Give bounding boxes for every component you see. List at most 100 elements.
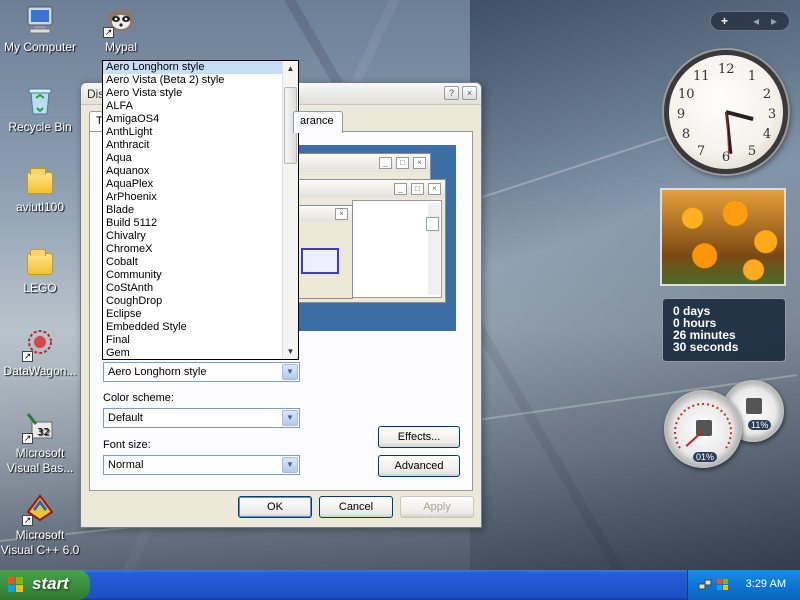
preview-scroll-thumb: [426, 217, 439, 231]
preview-titlebar: _ □ ×: [297, 154, 430, 172]
desktop-icon-lego[interactable]: LEGO: [0, 247, 85, 296]
desktop-icon-visual-cpp[interactable]: ↗ Microsoft Visual C++ 6.0: [0, 492, 85, 558]
svg-text:32: 32: [37, 427, 50, 438]
visual-style-option[interactable]: ChromeX: [103, 243, 284, 256]
clock-gadget[interactable]: 12 1 2 3 4 5 6 7 8 9 10 11: [664, 50, 788, 174]
clock-numeral: 3: [767, 107, 777, 122]
shortcut-arrow-icon: ↗: [103, 27, 114, 38]
dropdown-scrollbar[interactable]: ▲ ▼: [282, 61, 298, 359]
shortcut-arrow-icon: ↗: [22, 433, 33, 444]
desktop-icon-label: Recycle Bin: [8, 120, 72, 134]
visual-style-option[interactable]: Aero Longhorn style: [103, 61, 284, 74]
scroll-down-arrow-icon[interactable]: ▼: [283, 344, 298, 359]
desktop-icon-visual-basic[interactable]: 32 ↗ Microsoft Visual Bas...: [0, 410, 85, 476]
chevron-down-icon[interactable]: ▼: [282, 457, 298, 473]
visual-style-dropdown-list[interactable]: Aero Longhorn style Aero Vista (Beta 2) …: [102, 60, 299, 360]
start-button[interactable]: start: [0, 570, 90, 600]
visual-style-option[interactable]: AmigaOS4: [103, 113, 284, 126]
system-tray: 3:29 AM: [687, 570, 800, 600]
visual-style-option[interactable]: Aero Vista style: [103, 87, 284, 100]
close-button[interactable]: ×: [462, 86, 477, 100]
slideshow-gadget[interactable]: [660, 188, 786, 286]
clock-numeral: 10: [678, 87, 695, 102]
visual-style-option[interactable]: Aero Vista (Beta 2) style: [103, 74, 284, 87]
taskbar-clock[interactable]: 3:29 AM: [746, 578, 786, 590]
cancel-button[interactable]: Cancel: [319, 496, 393, 518]
visual-style-option[interactable]: Final: [103, 334, 284, 347]
visual-style-options: Aero Longhorn style Aero Vista (Beta 2) …: [103, 61, 284, 359]
visual-style-option[interactable]: Community: [103, 269, 284, 282]
windows-and-buttons-select[interactable]: Aero Longhorn style ▼: [103, 362, 300, 382]
visual-style-option[interactable]: Gem: [103, 347, 284, 359]
close-icon: ×: [335, 208, 348, 220]
visual-style-option[interactable]: ALFA: [103, 100, 284, 113]
cpu-percent: 01%: [693, 452, 718, 462]
close-icon: ×: [413, 157, 426, 169]
preview-button: [301, 248, 339, 274]
mypal-raccoon-icon: ↗: [103, 4, 137, 38]
desktop-icon-label: LEGO: [23, 281, 57, 295]
visual-style-option[interactable]: Aqua: [103, 152, 284, 165]
preview-titlebar: ×: [297, 206, 352, 222]
clock-numeral: 5: [747, 144, 757, 159]
visual-style-option[interactable]: Chivalry: [103, 230, 284, 243]
next-page-button[interactable]: ▸: [771, 14, 777, 28]
visual-style-option[interactable]: Embedded Style: [103, 321, 284, 334]
add-gadget-button[interactable]: +: [721, 14, 728, 28]
cpu-gauge: 01%: [664, 390, 742, 468]
font-size-select[interactable]: Normal ▼: [103, 455, 300, 475]
visual-cpp-icon: ↗: [22, 492, 56, 526]
visual-style-option[interactable]: Blade: [103, 204, 284, 217]
desktop-icon-label: aviutl100: [15, 200, 65, 214]
advanced-button[interactable]: Advanced: [378, 455, 460, 477]
windows-logo-tray-icon[interactable]: [716, 578, 730, 592]
minimize-icon: _: [379, 157, 392, 169]
desktop-icon-label: DataWagon...: [3, 364, 77, 378]
help-button[interactable]: ?: [444, 86, 459, 100]
chevron-down-icon[interactable]: ▼: [282, 364, 298, 380]
uptime-gadget: 0 days 0 hours 26 minutes 30 seconds: [662, 298, 786, 362]
desktop-icon-aviutl100[interactable]: aviutl100: [0, 166, 85, 215]
chevron-down-icon[interactable]: ▼: [282, 410, 298, 426]
ok-button[interactable]: OK: [238, 496, 312, 518]
memory-percent: 11%: [748, 420, 772, 430]
visual-style-option[interactable]: CoughDrop: [103, 295, 284, 308]
visual-style-option[interactable]: Aquanox: [103, 165, 284, 178]
start-label: start: [32, 574, 69, 593]
effects-button[interactable]: Effects...: [378, 426, 460, 448]
tab-themes[interactable]: T: [89, 111, 103, 131]
clock-numeral: 8: [681, 127, 691, 142]
visual-style-option[interactable]: Cobalt: [103, 256, 284, 269]
apply-button[interactable]: Apply: [400, 496, 474, 518]
network-icon[interactable]: [698, 578, 712, 592]
desktop-icon-mypal[interactable]: ↗ Mypal: [76, 4, 166, 55]
visual-style-option[interactable]: AquaPlex: [103, 178, 284, 191]
visual-style-option[interactable]: ArPhoenix: [103, 191, 284, 204]
clock-numeral: 12: [718, 62, 735, 77]
uptime-seconds: 30 seconds: [673, 340, 739, 354]
visual-style-option[interactable]: Build 5112: [103, 217, 284, 230]
visual-style-option[interactable]: Eclipse: [103, 308, 284, 321]
preview-titlebar: _ □ ×: [297, 180, 445, 198]
windows-and-buttons-value: Aero Longhorn style: [108, 366, 207, 378]
visual-style-option[interactable]: Anthracit: [103, 139, 284, 152]
desktop-icon-recycle-bin[interactable]: Recycle Bin: [0, 84, 85, 135]
desktop-icon-label: Mypal: [104, 40, 137, 54]
appearance-preview: _ □ × _ □ × ×: [296, 145, 456, 331]
scroll-up-arrow-icon[interactable]: ▲: [283, 61, 298, 76]
desktop-icon-label: My Computer: [3, 40, 77, 54]
visual-style-option[interactable]: AnthLight: [103, 126, 284, 139]
prev-page-button[interactable]: ◂: [753, 14, 759, 28]
desktop-icon-datawagon[interactable]: ↗ DataWagon...: [0, 328, 85, 379]
color-scheme-select[interactable]: Default ▼: [103, 408, 300, 428]
clock-numeral: 7: [696, 144, 706, 159]
tab-appearance[interactable]: arance: [293, 111, 343, 133]
visual-basic-icon: 32 ↗: [22, 410, 56, 444]
visual-style-option[interactable]: CoStAnth: [103, 282, 284, 295]
clock-numeral: 4: [762, 127, 772, 142]
folder-icon: [27, 168, 53, 194]
preview-message-box: ×: [296, 205, 353, 299]
clock-numeral: 2: [762, 87, 772, 102]
desktop-icon-my-computer[interactable]: My Computer: [0, 4, 85, 55]
color-scheme-label: Color scheme:: [103, 392, 174, 404]
